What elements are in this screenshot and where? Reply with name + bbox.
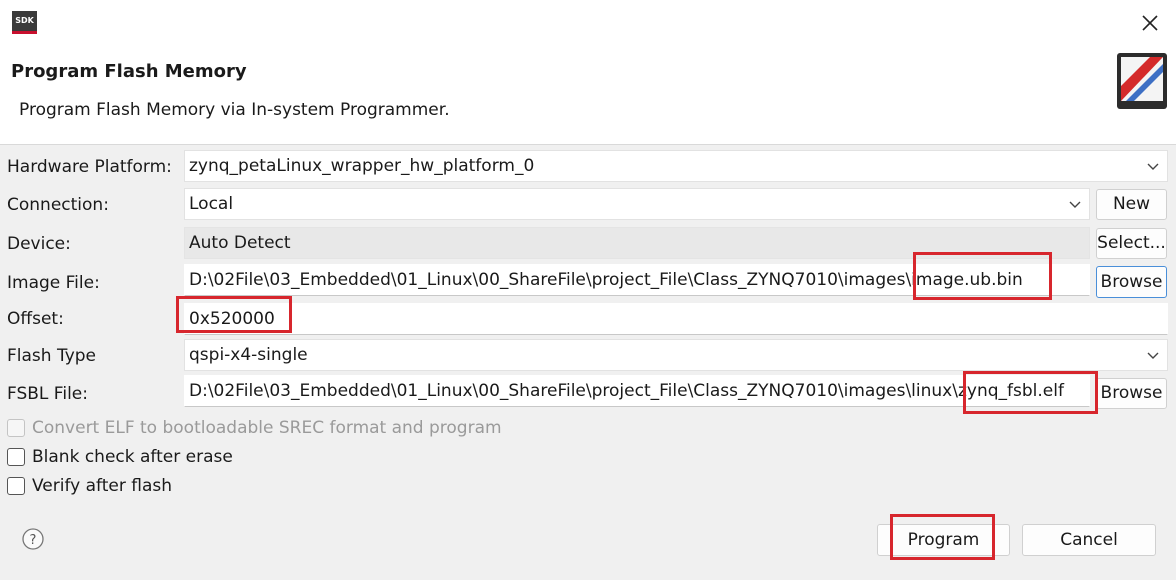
image-file-label: Image File: xyxy=(7,273,100,293)
offset-value: 0x520000 xyxy=(189,309,275,329)
blank-check-label: Blank check after erase xyxy=(32,447,233,467)
device-value: Auto Detect xyxy=(189,233,291,253)
flash-type-value: qspi-x4-single xyxy=(189,345,308,365)
blank-check-checkbox[interactable] xyxy=(7,448,25,466)
program-flash-icon xyxy=(1117,53,1167,109)
new-connection-button[interactable]: New xyxy=(1096,189,1167,220)
connection-select[interactable]: Local xyxy=(184,188,1090,220)
close-icon[interactable] xyxy=(1138,11,1162,35)
hardware-platform-select[interactable]: zynq_petaLinux_wrapper_hw_platform_0 xyxy=(184,150,1168,182)
offset-input[interactable]: 0x520000 xyxy=(184,303,1168,335)
cancel-button[interactable]: Cancel xyxy=(1022,524,1156,556)
offset-label: Offset: xyxy=(7,309,64,329)
browse-image-button[interactable]: Browse xyxy=(1096,266,1167,298)
image-file-input[interactable]: D:\02File\03_Embedded\01_Linux\00_ShareF… xyxy=(184,264,1090,296)
fsbl-file-input[interactable]: D:\02File\03_Embedded\01_Linux\00_ShareF… xyxy=(184,375,1090,407)
chevron-down-icon xyxy=(1147,352,1159,359)
svg-text:?: ? xyxy=(30,533,37,548)
hardware-platform-value: zynq_petaLinux_wrapper_hw_platform_0 xyxy=(189,156,535,176)
title-bar: SDK xyxy=(0,0,1176,44)
convert-elf-checkbox xyxy=(7,419,25,437)
hardware-platform-label: Hardware Platform: xyxy=(7,157,172,177)
browse-fsbl-button[interactable]: Browse xyxy=(1096,378,1167,409)
fsbl-file-value: D:\02File\03_Embedded\01_Linux\00_ShareF… xyxy=(189,381,1064,401)
convert-elf-label: Convert ELF to bootloadable SREC format … xyxy=(32,418,502,438)
connection-value: Local xyxy=(189,194,234,214)
chevron-down-icon xyxy=(1069,201,1081,208)
fsbl-file-label: FSBL File: xyxy=(7,384,88,404)
flash-type-select[interactable]: qspi-x4-single xyxy=(184,339,1168,371)
verify-checkbox[interactable] xyxy=(7,477,25,495)
connection-label: Connection: xyxy=(7,195,109,215)
verify-label: Verify after flash xyxy=(32,476,173,496)
sdk-app-icon: SDK xyxy=(12,11,37,34)
help-icon[interactable]: ? xyxy=(22,528,44,550)
flash-type-label: Flash Type xyxy=(7,346,97,366)
select-device-button[interactable]: Select... xyxy=(1096,228,1167,259)
program-button[interactable]: Program xyxy=(877,524,1010,556)
device-field: Auto Detect xyxy=(184,227,1090,259)
dialog-title: Program Flash Memory xyxy=(11,61,247,82)
device-label: Device: xyxy=(7,234,71,254)
wizard-header: Program Flash Memory Program Flash Memor… xyxy=(0,44,1176,145)
image-file-value: D:\02File\03_Embedded\01_Linux\00_ShareF… xyxy=(189,270,1023,290)
dialog-description: Program Flash Memory via In-system Progr… xyxy=(19,100,450,120)
chevron-down-icon xyxy=(1147,163,1159,170)
